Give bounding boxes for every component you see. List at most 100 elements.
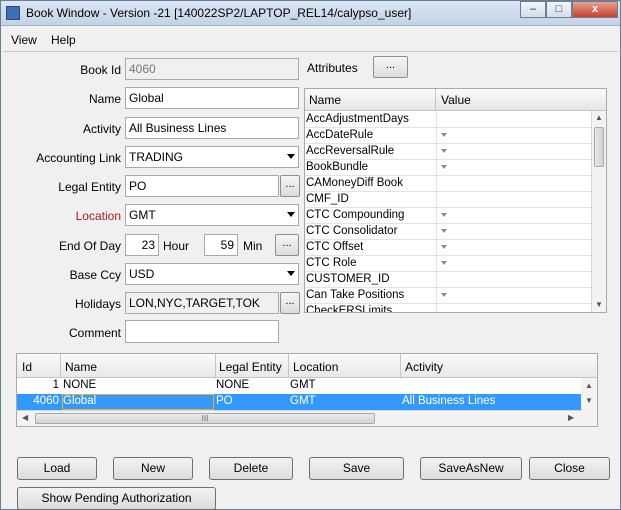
book-window: Book Window - Version -21 [140022SP2/LAP… — [0, 0, 621, 510]
chevron-down-icon[interactable] — [441, 245, 447, 249]
books-col-name[interactable]: Name — [65, 360, 97, 374]
scroll-up-icon[interactable]: ▲ — [595, 113, 603, 122]
books-hscroll[interactable]: ◀ III ▶ — [17, 410, 582, 426]
scroll-up-icon[interactable]: ▲ — [585, 381, 593, 390]
show-pending-authorization-button[interactable]: Show Pending Authorization — [17, 487, 216, 510]
attribute-row[interactable]: AccAdjustmentDays — [305, 112, 606, 128]
attributes-browse-button[interactable]: ... — [373, 56, 408, 78]
attribute-value[interactable] — [436, 288, 606, 304]
scroll-right-icon[interactable]: ▶ — [568, 413, 574, 422]
base-ccy-select[interactable]: USD — [125, 263, 299, 285]
attribute-value[interactable] — [436, 208, 606, 224]
hour-field[interactable]: 23 — [125, 234, 159, 256]
chevron-down-icon[interactable] — [441, 229, 447, 233]
attribute-row[interactable]: CTC Role — [305, 256, 606, 272]
books-col-activity[interactable]: Activity — [405, 360, 443, 374]
attribute-name: CAMoneyDiff Book — [306, 177, 403, 189]
attribute-row[interactable]: AccDateRule — [305, 128, 606, 144]
attribute-name: CTC Compounding — [306, 209, 405, 221]
accounting-link-label: Accounting Link — [36, 151, 121, 165]
books-vscroll[interactable]: ▲ ▼ — [581, 378, 597, 426]
attribute-row[interactable]: CTC Offset — [305, 240, 606, 256]
close-window-button[interactable]: x — [572, 1, 618, 18]
attributes-col-name[interactable]: Name — [309, 93, 341, 107]
holidays-field: LON,NYC,TARGET,TOK — [125, 292, 279, 314]
legal-entity-browse-button[interactable]: ... — [280, 175, 300, 197]
end-of-day-label: End Of Day — [58, 239, 121, 253]
scroll-left-icon[interactable]: ◀ — [22, 413, 28, 422]
attribute-row[interactable]: CAMoneyDiff Book — [305, 176, 606, 192]
attribute-value[interactable] — [436, 272, 606, 288]
min-field[interactable]: 59 — [204, 234, 238, 256]
attribute-row[interactable]: CTC Compounding — [305, 208, 606, 224]
minimize-button[interactable]: – — [520, 1, 546, 18]
chevron-down-icon[interactable] — [441, 213, 447, 217]
scroll-thumb[interactable]: III — [35, 413, 375, 424]
attribute-row[interactable]: Can Take Positions — [305, 288, 606, 304]
new-button[interactable]: New — [113, 457, 193, 480]
table-row[interactable]: 4060 Global PO GMT All Business Lines — [17, 394, 582, 410]
scroll-down-icon[interactable]: ▼ — [585, 396, 593, 405]
legal-entity-field[interactable]: PO — [125, 175, 279, 197]
attribute-value[interactable] — [436, 144, 606, 160]
cell-legal-entity: NONE — [216, 379, 250, 391]
attribute-value[interactable] — [436, 160, 606, 176]
books-col-legal-entity[interactable]: Legal Entity — [219, 360, 282, 374]
attribute-row[interactable]: CheckERSLimits — [305, 304, 606, 312]
name-field[interactable]: Global — [125, 87, 299, 109]
chevron-down-icon[interactable] — [441, 165, 447, 169]
books-col-location[interactable]: Location — [293, 360, 338, 374]
maximize-button[interactable]: □ — [546, 1, 572, 18]
chevron-down-icon — [287, 212, 295, 217]
attribute-row[interactable]: CUSTOMER_ID — [305, 272, 606, 288]
cell-activity: All Business Lines — [402, 395, 496, 407]
comment-label: Comment — [68, 326, 121, 340]
save-as-new-button[interactable]: SaveAsNew — [420, 457, 522, 480]
attribute-row[interactable]: BookBundle — [305, 160, 606, 176]
scroll-down-icon[interactable]: ▼ — [595, 300, 603, 309]
cell-name: NONE — [63, 379, 97, 391]
activity-field[interactable]: All Business Lines — [125, 117, 299, 139]
attribute-name: AccDateRule — [306, 129, 374, 141]
location-select[interactable]: GMT — [125, 204, 299, 226]
books-col-id[interactable]: Id — [22, 360, 32, 374]
load-button[interactable]: Load — [17, 457, 97, 480]
attributes-col-value[interactable]: Value — [441, 93, 471, 107]
attribute-value[interactable] — [436, 224, 606, 240]
attribute-row[interactable]: CMF_ID — [305, 192, 606, 208]
attributes-label: Attributes — [307, 61, 358, 75]
title-bar: Book Window - Version -21 [140022SP2/LAP… — [1, 1, 620, 26]
attribute-value[interactable] — [436, 192, 606, 208]
menu-view[interactable]: View — [11, 33, 37, 47]
close-button[interactable]: Close — [529, 457, 610, 480]
accounting-link-value: TRADING — [129, 150, 183, 164]
chevron-down-icon[interactable] — [441, 293, 447, 297]
cell-id: 1 — [52, 379, 59, 391]
accounting-link-select[interactable]: TRADING — [125, 146, 299, 168]
scroll-thumb[interactable] — [594, 127, 604, 167]
end-of-day-browse-button[interactable]: ... — [275, 234, 299, 256]
holidays-browse-button[interactable]: ... — [280, 292, 300, 314]
attributes-table: Name Value AccAdjustmentDays AccDateRule A… — [304, 88, 607, 313]
menu-help[interactable]: Help — [51, 33, 76, 47]
chevron-down-icon — [287, 154, 295, 159]
attributes-scrollbar[interactable]: ▲ ▼ — [591, 111, 606, 312]
table-row[interactable]: 1 NONE NONE GMT — [17, 378, 582, 394]
attribute-value[interactable] — [436, 112, 606, 128]
legal-entity-label: Legal Entity — [58, 180, 121, 194]
attribute-value[interactable] — [436, 256, 606, 272]
chevron-down-icon[interactable] — [441, 133, 447, 137]
attribute-value[interactable] — [436, 304, 606, 312]
delete-button[interactable]: Delete — [209, 457, 293, 480]
attribute-row[interactable]: AccReversalRule — [305, 144, 606, 160]
attribute-row[interactable]: CTC Consolidator — [305, 224, 606, 240]
chevron-down-icon[interactable] — [441, 149, 447, 153]
attribute-value[interactable] — [436, 128, 606, 144]
attribute-value[interactable] — [436, 176, 606, 192]
comment-field[interactable] — [125, 320, 279, 343]
attribute-name: CUSTOMER_ID — [306, 273, 390, 285]
hour-label: Hour — [163, 239, 190, 253]
attribute-value[interactable] — [436, 240, 606, 256]
save-button[interactable]: Save — [309, 457, 404, 480]
chevron-down-icon[interactable] — [441, 261, 447, 265]
